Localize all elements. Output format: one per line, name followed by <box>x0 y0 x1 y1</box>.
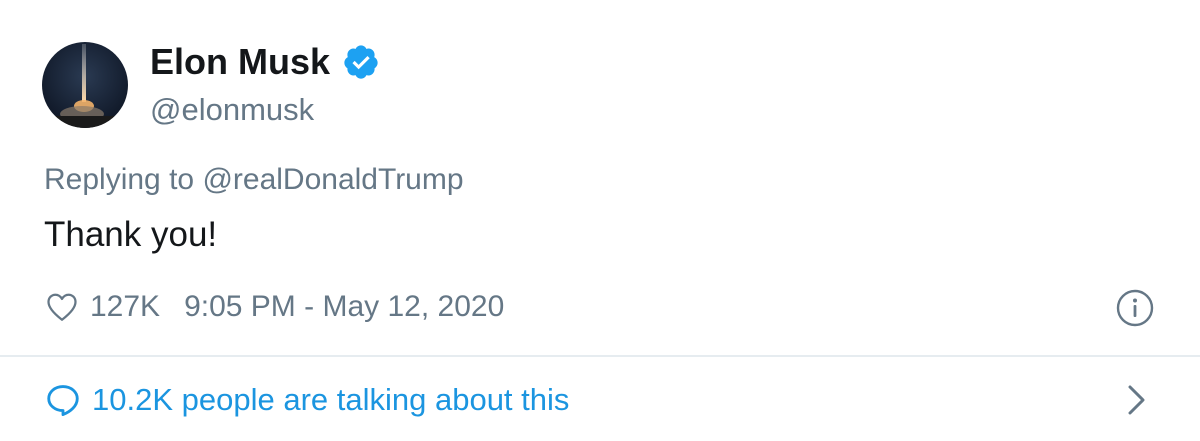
verified-badge-icon <box>344 45 378 79</box>
timestamp-link[interactable]: 9:05 PM - May 12, 2020 <box>184 290 504 324</box>
tweet-meta: 127K 9:05 PM - May 12, 2020 <box>44 285 504 329</box>
user-handle[interactable]: @elonmusk <box>150 90 380 130</box>
conversation-link[interactable]: 10.2K people are talking about this <box>0 357 1200 441</box>
tweet-header: Elon Musk @elonmusk <box>42 40 380 130</box>
avatar[interactable] <box>42 42 128 128</box>
chevron-right-icon <box>1124 383 1150 417</box>
like-button[interactable]: 127K <box>44 289 160 325</box>
replying-prefix: Replying to <box>44 163 195 196</box>
heart-icon <box>47 293 77 321</box>
display-name-row: Elon Musk <box>150 40 380 84</box>
tweet-card: Elon Musk @elonmusk Replying to @realDon… <box>0 0 1200 441</box>
speech-bubble-icon <box>47 385 79 416</box>
conversation-link-content: 10.2K people are talking about this <box>44 379 569 421</box>
replying-to: Replying to @realDonaldTrump <box>44 160 464 200</box>
info-icon <box>1116 289 1154 327</box>
display-name[interactable]: Elon Musk <box>150 40 330 84</box>
user-names: Elon Musk @elonmusk <box>150 40 380 130</box>
tweet-text: Thank you! <box>44 215 218 254</box>
info-button[interactable] <box>1115 288 1155 328</box>
people-talking-text: 10.2K people are talking about this <box>92 382 570 417</box>
like-count: 127K <box>90 290 161 323</box>
reply-mention-link[interactable]: @realDonaldTrump <box>202 163 463 196</box>
